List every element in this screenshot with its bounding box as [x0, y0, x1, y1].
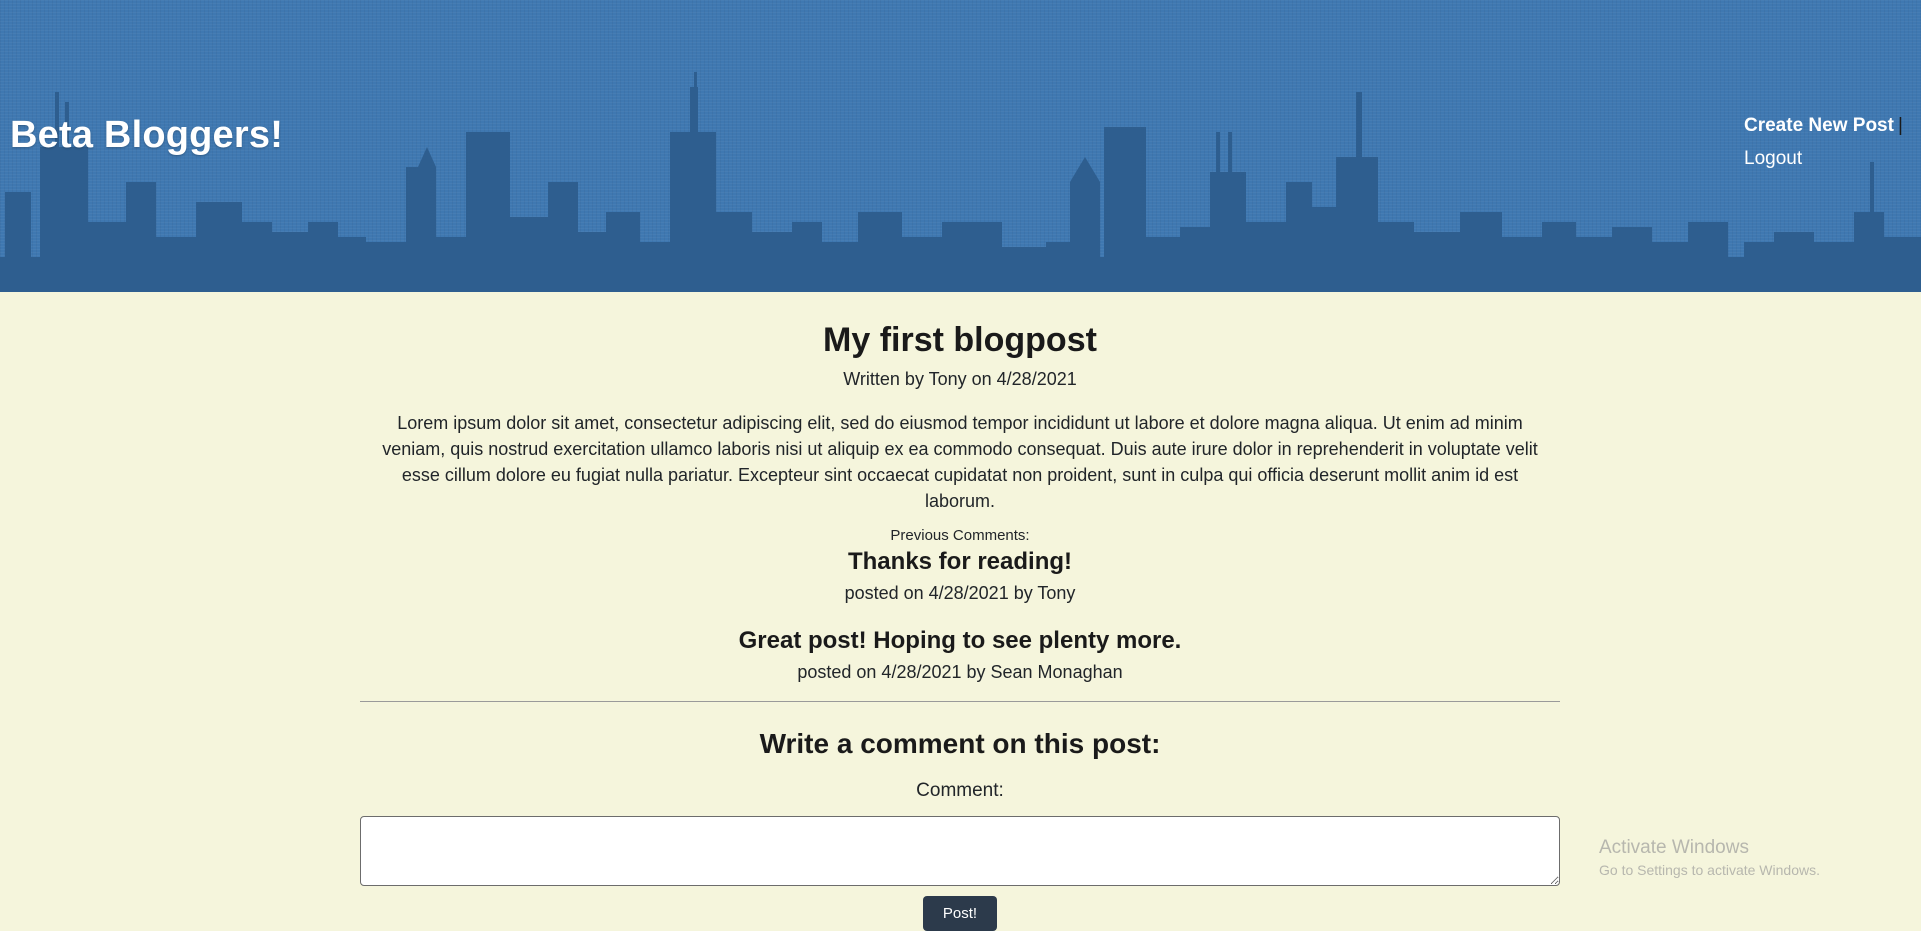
nav-row-logout: Logout [1744, 142, 1919, 175]
previous-comments-label: Previous Comments: [890, 527, 1030, 544]
post-body: Lorem ipsum dolor sit amet, consectetur … [382, 413, 1538, 511]
comment-meta: posted on 4/28/2021 by Sean Monaghan [797, 662, 1123, 682]
nav-row-create: Create New Post | [1744, 109, 1919, 142]
site-header: Beta Bloggers! Create New Post | Logout [0, 0, 1921, 292]
comment-textarea[interactable] [360, 816, 1560, 886]
windows-activation-watermark: Activate Windows Go to Settings to activ… [1599, 836, 1820, 880]
site-title: Beta Bloggers! [10, 114, 284, 156]
comment-item: Thanks for reading! posted on 4/28/2021 … [360, 547, 1560, 604]
comment-text: Thanks for reading! [847, 548, 1073, 575]
post-comment-button[interactable]: Post! [923, 896, 997, 931]
logout-link[interactable]: Logout [1744, 148, 1802, 169]
comment-text: Great post! Hoping to see plenty more. [738, 627, 1182, 654]
comment-form-title: Write a comment on this post: [759, 728, 1161, 759]
watermark-subtitle: Go to Settings to activate Windows. [1599, 862, 1820, 878]
comment-item: Great post! Hoping to see plenty more. p… [360, 626, 1560, 683]
section-divider [360, 701, 1560, 702]
city-skyline-image [0, 72, 1921, 292]
header-nav: Create New Post | Logout [1744, 109, 1919, 175]
comment-field-label: Comment: [916, 780, 1004, 801]
watermark-title: Activate Windows [1599, 837, 1749, 858]
nav-separator: | [1897, 115, 1903, 136]
post-meta: Written by Tony on 4/28/2021 [843, 369, 1077, 389]
post-content: My first blogpost Written by Tony on 4/2… [360, 292, 1560, 931]
create-new-post-link[interactable]: Create New Post [1744, 115, 1894, 136]
comment-meta: posted on 4/28/2021 by Tony [844, 583, 1076, 603]
post-title: My first blogpost [823, 321, 1097, 359]
